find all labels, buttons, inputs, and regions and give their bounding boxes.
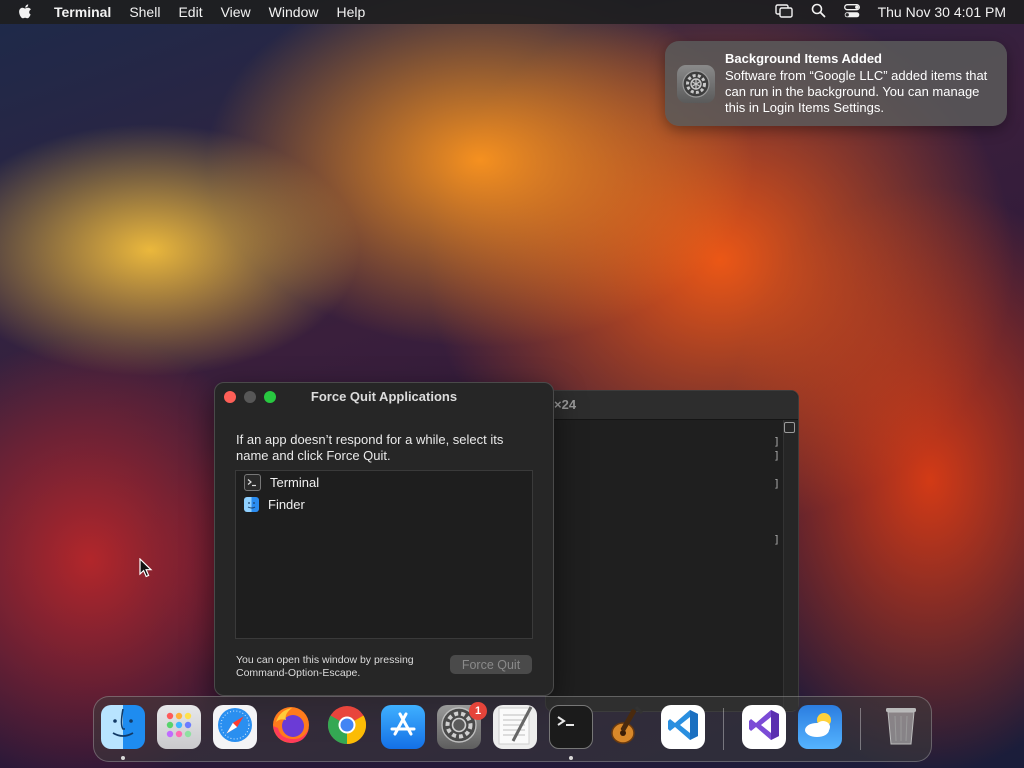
dock-visual-studio[interactable] — [742, 705, 786, 749]
terminal-icon — [553, 709, 589, 746]
menu-view[interactable]: View — [221, 4, 251, 20]
dock-vscode[interactable] — [661, 705, 705, 749]
dock-chrome[interactable] — [325, 705, 369, 749]
notification-badge: 1 — [469, 702, 487, 720]
terminal-scrollbar[interactable] — [783, 420, 798, 710]
terminal-icon — [244, 473, 261, 491]
running-indicator — [569, 756, 573, 760]
textedit-icon — [495, 705, 535, 749]
dock-terminal[interactable] — [549, 705, 593, 749]
app-list[interactable]: Terminal Finder — [235, 470, 533, 639]
menu-bar: Terminal Shell Edit View Window Help Thu… — [0, 0, 1024, 24]
weather-icon — [801, 708, 839, 747]
dock-launchpad[interactable] — [157, 705, 201, 749]
dock-firefox[interactable] — [269, 705, 313, 749]
system-settings-gear-icon — [677, 65, 715, 103]
safari-icon — [216, 706, 254, 749]
dock-trash[interactable] — [879, 705, 923, 749]
terminal-text-bracket: ] — [773, 477, 780, 490]
dock-textedit[interactable] — [493, 705, 537, 749]
apple-logo-icon[interactable] — [18, 3, 36, 21]
dock-separator — [860, 708, 861, 750]
screen-mirroring-icon[interactable] — [774, 3, 793, 21]
dock-safari[interactable] — [213, 705, 257, 749]
garageband-icon — [606, 705, 648, 749]
force-quit-button[interactable]: Force Quit — [450, 655, 532, 674]
menu-shell[interactable]: Shell — [129, 4, 160, 20]
spotlight-search-icon[interactable] — [811, 3, 826, 21]
terminal-window[interactable]: ×24 ] ] ] ] — [545, 390, 799, 712]
dialog-title: Force Quit Applications — [310, 389, 458, 404]
dock-separator — [723, 708, 724, 750]
notification-title: Background Items Added — [725, 51, 882, 66]
menu-help[interactable]: Help — [336, 4, 365, 20]
force-quit-dialog: Force Quit Applications If an app doesn’… — [214, 382, 554, 696]
dock-weather[interactable] — [798, 705, 842, 749]
terminal-text-bracket: ] — [773, 533, 780, 546]
dock-app-store[interactable] — [381, 705, 425, 749]
visual-studio-icon — [747, 708, 781, 747]
menu-app-name[interactable]: Terminal — [54, 4, 111, 20]
dock-garageband[interactable] — [605, 705, 649, 749]
notification-body: Software from “Google LLC” added items t… — [725, 68, 988, 115]
terminal-titlebar[interactable]: ×24 — [546, 391, 798, 420]
terminal-text-bracket: ] — [773, 449, 780, 462]
finder-icon — [244, 496, 259, 512]
shortcut-hint: You can open this window by pressing Com… — [236, 654, 414, 679]
chrome-icon — [326, 705, 368, 749]
running-indicator — [121, 756, 125, 760]
app-row-finder[interactable]: Finder — [244, 494, 305, 514]
background-items-notification[interactable]: Background Items Added Software from “Go… — [665, 41, 1007, 126]
launchpad-icon — [163, 709, 195, 746]
dock-finder[interactable] — [101, 705, 145, 749]
terminal-scroll-button[interactable] — [784, 422, 795, 433]
terminal-title: ×24 — [554, 397, 577, 412]
menu-edit[interactable]: Edit — [178, 4, 202, 20]
trash-icon — [883, 705, 919, 749]
menu-window[interactable]: Window — [269, 4, 319, 20]
vscode-icon — [666, 708, 700, 747]
firefox-icon — [270, 705, 312, 749]
control-center-icon[interactable] — [843, 3, 860, 21]
app-row-terminal[interactable]: Terminal — [244, 472, 319, 492]
menu-bar-clock[interactable]: Thu Nov 30 4:01 PM — [878, 4, 1006, 20]
terminal-text-bracket: ] — [773, 435, 780, 448]
finder-icon — [103, 705, 143, 749]
app-name: Finder — [268, 496, 305, 512]
app-store-icon — [387, 709, 419, 746]
app-name: Terminal — [270, 474, 320, 490]
mouse-cursor-icon — [139, 557, 153, 578]
dialog-instructions: If an app doesn’t respond for a while, s… — [236, 432, 504, 463]
